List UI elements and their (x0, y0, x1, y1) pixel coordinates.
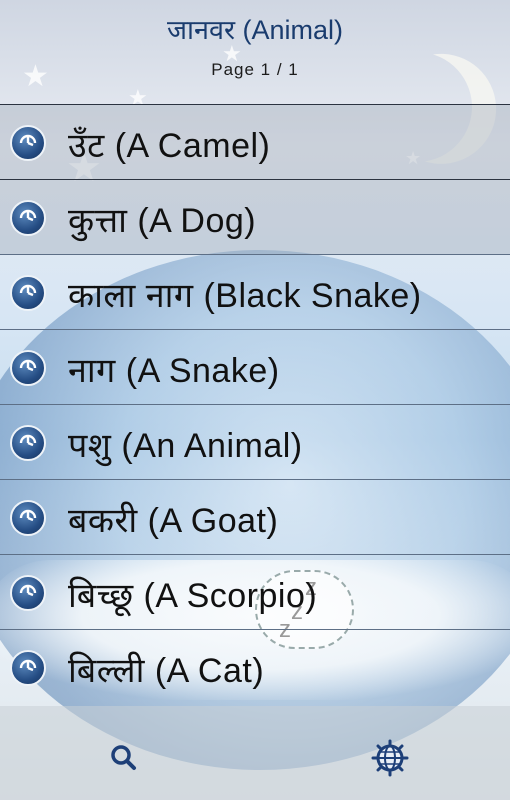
word-label: पशु (An Animal) (68, 427, 303, 465)
play-sound-icon[interactable] (10, 350, 46, 386)
settings-globe-icon[interactable] (370, 738, 410, 778)
play-sound-icon[interactable] (10, 650, 46, 686)
word-label: नाग (A Snake) (68, 352, 280, 390)
header: जानवर (Animal) Page 1 / 1 (0, 0, 510, 104)
list-item[interactable]: काला नाग (Black Snake) (0, 254, 510, 329)
list-item[interactable]: कुत्ता (A Dog) (0, 179, 510, 254)
word-list: उँट (A Camel) कुत्ता (A Dog) काला नाग (B… (0, 104, 510, 704)
bottom-toolbar (0, 706, 510, 800)
list-item[interactable]: बिच्छू (A Scorpio) (0, 554, 510, 629)
play-sound-icon[interactable] (10, 200, 46, 236)
list-item[interactable]: पशु (An Animal) (0, 404, 510, 479)
word-label: काला नाग (Black Snake) (68, 277, 422, 315)
play-sound-icon[interactable] (10, 275, 46, 311)
search-icon[interactable] (104, 738, 144, 778)
list-item[interactable]: बकरी (A Goat) (0, 479, 510, 554)
word-label: उँट (A Camel) (68, 127, 271, 165)
list-item[interactable]: उँट (A Camel) (0, 104, 510, 179)
word-label: बिल्ली (A Cat) (68, 652, 265, 690)
word-label: बकरी (A Goat) (68, 502, 279, 540)
list-item[interactable]: बिल्ली (A Cat) (0, 629, 510, 704)
word-label: कुत्ता (A Dog) (68, 202, 257, 240)
play-sound-icon[interactable] (10, 575, 46, 611)
word-label: बिच्छू (A Scorpio) (68, 577, 318, 615)
play-sound-icon[interactable] (10, 500, 46, 536)
page-title: जानवर (Animal) (166, 15, 344, 45)
list-item[interactable]: नाग (A Snake) (0, 329, 510, 404)
page-indicator: Page 1 / 1 (211, 60, 299, 79)
play-sound-icon[interactable] (10, 425, 46, 461)
play-sound-icon[interactable] (10, 125, 46, 161)
